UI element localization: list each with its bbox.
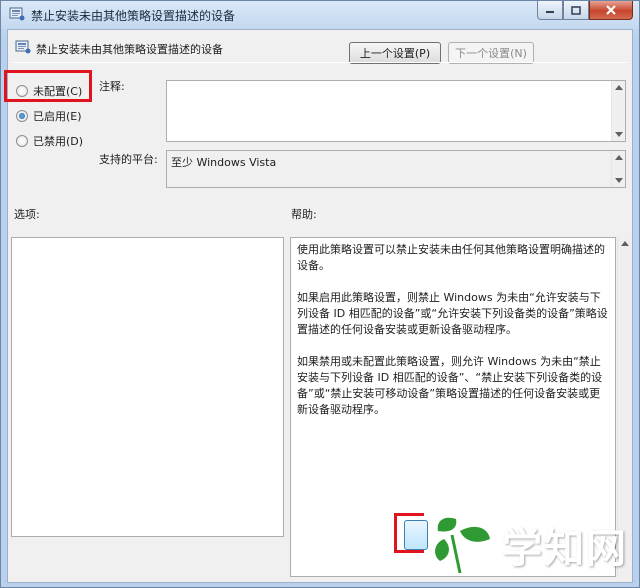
window-title: 禁止安装未由其他策略设置描述的设备 [31, 9, 236, 23]
policy-setting-icon [15, 40, 31, 54]
watermark-text: 学知网 [502, 525, 628, 572]
options-label: 选项: [14, 208, 40, 221]
help-paragraph: 使用此策略设置可以禁止安装未由任何其他策略设置明确描述的设备。 [297, 243, 605, 272]
scroll-up-icon[interactable] [615, 155, 623, 160]
enabled-highlight-box [4, 70, 92, 102]
scroll-up-icon[interactable] [615, 85, 623, 90]
supported-platform-label: 支持的平台: [99, 153, 158, 166]
comment-label: 注释: [99, 80, 125, 93]
watermark: 学知网 [426, 506, 631, 584]
title-bar[interactable]: 禁止安装未由其他策略设置描述的设备 [1, 1, 639, 29]
minimize-button[interactable] [537, 1, 563, 20]
radio-disabled[interactable]: 已禁用(D) [16, 133, 83, 149]
help-label: 帮助: [291, 208, 317, 221]
help-paragraph: 如果启用此策略设置，则禁止 Windows 为未由“允许安装与下列设备 ID 相… [297, 291, 608, 336]
next-setting-button[interactable]: 下一个设置(N) [448, 42, 534, 64]
platform-scrollbar[interactable] [611, 151, 625, 187]
scroll-down-icon[interactable] [615, 178, 623, 183]
caption-buttons [537, 1, 633, 21]
radio-enabled-indicator[interactable] [16, 110, 28, 122]
radio-disabled-label: 已禁用(D) [33, 135, 84, 148]
comment-scrollbar[interactable] [611, 81, 625, 141]
ok-highlight-box [394, 513, 424, 553]
previous-setting-button[interactable]: 上一个设置(P) [349, 42, 441, 64]
comment-textarea[interactable] [166, 80, 626, 142]
close-icon [606, 5, 616, 15]
radio-enabled-label: 已启用(E) [33, 110, 82, 123]
leaf-logo-icon [435, 517, 490, 574]
radio-enabled[interactable]: 已启用(E) [16, 108, 82, 124]
minimize-icon [546, 11, 554, 13]
dialog-body: 禁止安装未由其他策略设置描述的设备 上一个设置(P) 下一个设置(N) 未配置(… [4, 29, 633, 583]
scroll-up-icon[interactable] [621, 241, 629, 246]
scroll-down-icon[interactable] [615, 132, 623, 137]
maximize-button[interactable] [563, 1, 589, 20]
policy-window: 禁止安装未由其他策略设置描述的设备 禁止安装未由其他策略设置描述的设备 上一个设… [0, 0, 640, 588]
options-panel [11, 237, 284, 537]
help-paragraph: 如果禁用或未配置此策略设置，则允许 Windows 为未由“禁止安装与下列设备 … [297, 355, 603, 416]
supported-platform-value: 至少 Windows Vista [171, 156, 277, 169]
close-button[interactable] [589, 1, 633, 20]
supported-platform-box: 至少 Windows Vista [166, 150, 626, 188]
help-text: 使用此策略设置可以禁止安装未由任何其他策略设置明确描述的设备。 如果启用此策略设… [297, 242, 609, 434]
policy-title: 禁止安装未由其他策略设置描述的设备 [36, 43, 223, 56]
policy-icon [9, 7, 25, 21]
header-divider [12, 62, 628, 63]
radio-disabled-indicator[interactable] [16, 135, 28, 147]
maximize-icon [571, 5, 581, 15]
